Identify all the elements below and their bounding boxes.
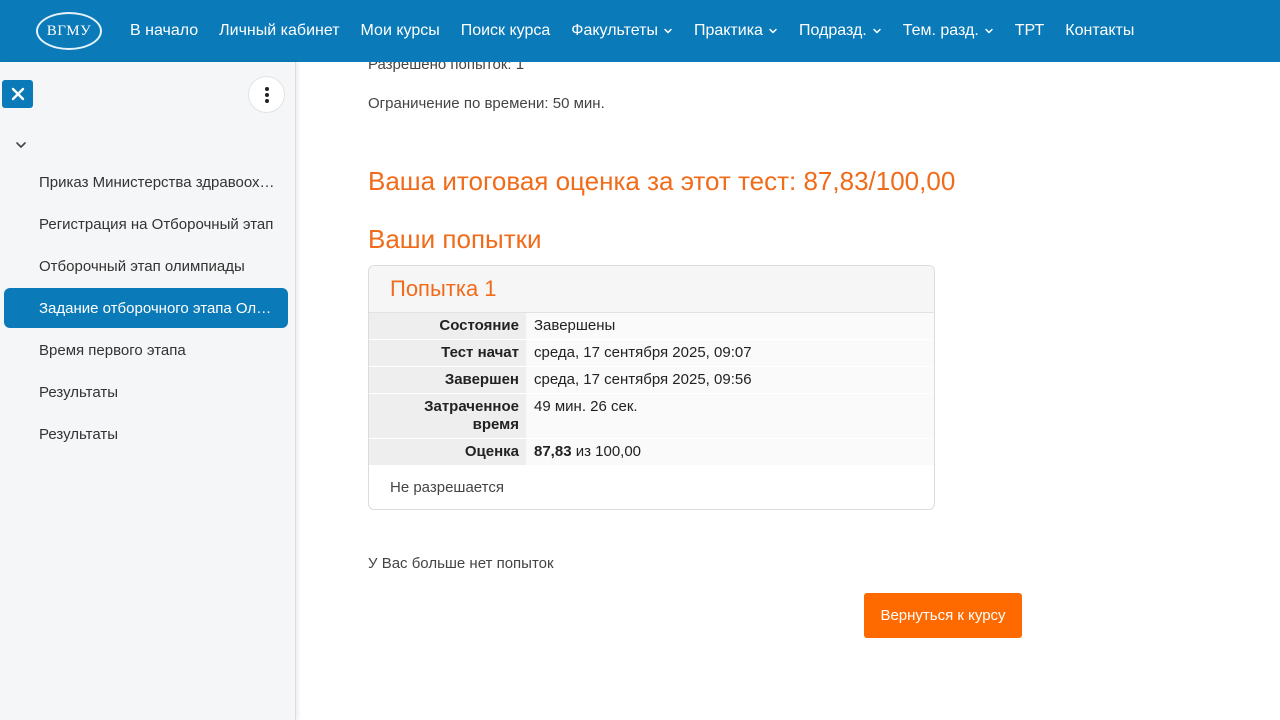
sidebar-item-5[interactable]: Результаты [4,372,288,412]
attempt-title: Попытка 1 [369,266,934,313]
table-row: Состояние Завершены [369,313,934,340]
sidebar-item-1[interactable]: Регистрация на Отборочный этап [4,204,288,244]
sidebar-item-label: Время первого этапа [39,341,186,359]
chevron-down-icon [663,26,673,36]
table-row: Завершен среда, 17 сентября 2025, 09:56 [369,366,934,394]
chevron-down-icon [872,26,882,36]
nav-item-2[interactable]: Мои курсы [361,22,440,40]
chevron-down-icon [984,26,994,36]
section-collapse-toggle[interactable] [14,138,28,152]
kebab-menu-icon [264,86,269,103]
time-limit-text: Ограничение по времени: 50 мин. [368,95,605,112]
nav-item-label: Мои курсы [360,22,440,39]
close-icon [11,87,24,101]
nav-item-label: Подразд. [798,22,867,39]
nav-item-7[interactable]: Тем. разд. [903,22,994,40]
grade-label: Оценка [369,438,526,466]
nav-item-0[interactable]: В начало [130,22,198,40]
final-grade-heading: Ваша итоговая оценка за этот тест: 87,83… [368,166,956,196]
nav-item-5[interactable]: Практика [694,22,778,40]
sidebar-item-3[interactable]: Задание отборочного этапа Олимпиады [4,288,288,328]
nav-item-1[interactable]: Личный кабинет [219,22,339,40]
table-row: Затраченное время 49 мин. 26 сек. [369,393,934,439]
table-row: Оценка 87,83 из 100,00 [369,438,934,466]
attempt-summary-card: Попытка 1 Состояние Завершены Тест начат… [368,265,935,510]
chevron-down-icon [16,142,26,148]
nav-item-label: ТРТ [1014,22,1045,39]
chevron-down-icon [768,26,778,36]
course-index-drawer: Приказ Министерства здравоохранения Регис… [0,62,296,720]
row-value: 49 мин. 26 сек. [526,393,934,439]
grade-value: 87,83 из 100,00 [526,438,934,466]
row-label: Тест начат [369,339,526,367]
nav-item-9[interactable]: Контакты [1065,22,1134,40]
row-value: Завершены [526,313,934,340]
return-to-course-button[interactable]: Вернуться к курсу [864,593,1022,638]
sidebar-item-label: Приказ Министерства здравоохранения [39,173,279,191]
sidebar-item-label: Задание отборочного этапа Олимпиады [39,299,279,317]
table-row: Тест начат среда, 17 сентября 2025, 09:0… [369,339,934,367]
grade-max: из 100,00 [571,443,642,460]
nav-item-label: В начало [130,22,199,39]
sidebar-item-4[interactable]: Время первого этапа [4,330,288,370]
close-drawer-button[interactable] [2,80,33,108]
nav-item-label: Тем. разд. [902,22,979,39]
row-label: Состояние [369,313,526,340]
main-nav: В начало Личный кабинет Мои курсы Поиск кур… [130,22,1155,40]
nav-item-label: Личный кабинет [219,22,340,39]
nav-item-3[interactable]: Поиск курса [461,22,551,40]
attempt-details-table: Состояние Завершены Тест начат среда, 17… [369,313,934,466]
no-more-attempts-text: У Вас больше нет попыток [368,555,554,572]
sidebar-item-label: Результаты [39,383,118,401]
attempts-heading: Ваши попытки [368,224,542,254]
sidebar-item-label: Результаты [39,425,118,443]
row-label: Затраченное время [369,393,526,439]
row-label: Завершен [369,366,526,394]
nav-item-label: Факультеты [571,22,658,39]
nav-item-label: Поиск курса [460,22,551,39]
row-value: среда, 17 сентября 2025, 09:56 [526,366,934,394]
sidebar-item-2[interactable]: Отборочный этап олимпиады [4,246,288,286]
review-status-text: Не разрешается [390,479,504,496]
nav-item-label: Практика [693,22,763,39]
course-index-list: Приказ Министерства здравоохранения Регис… [4,162,288,456]
nav-item-label: Контакты [1065,22,1135,39]
grade-score: 87,83 [534,443,572,460]
row-value: среда, 17 сентября 2025, 09:07 [526,339,934,367]
nav-item-8[interactable]: ТРТ [1015,22,1045,40]
sidebar-item-label: Регистрация на Отборочный этап [39,215,274,233]
drawer-options-button[interactable] [248,76,285,113]
top-navbar: ВГМУ В начало Личный кабинет Мои курсы Поис… [0,0,1280,62]
nav-item-4[interactable]: Факультеты [571,22,673,40]
main-content: Разрешено попыток: 1 Ограничение по врем… [296,62,1280,720]
nav-item-6[interactable]: Подразд. [799,22,882,40]
sidebar-item-label: Отборочный этап олимпиады [39,257,245,275]
university-logo[interactable]: ВГМУ [36,12,102,50]
attempts-allowed-text: Разрешено попыток: 1 [368,62,525,73]
sidebar-item-6[interactable]: Результаты [4,414,288,454]
sidebar-item-0[interactable]: Приказ Министерства здравоохранения [4,162,288,202]
